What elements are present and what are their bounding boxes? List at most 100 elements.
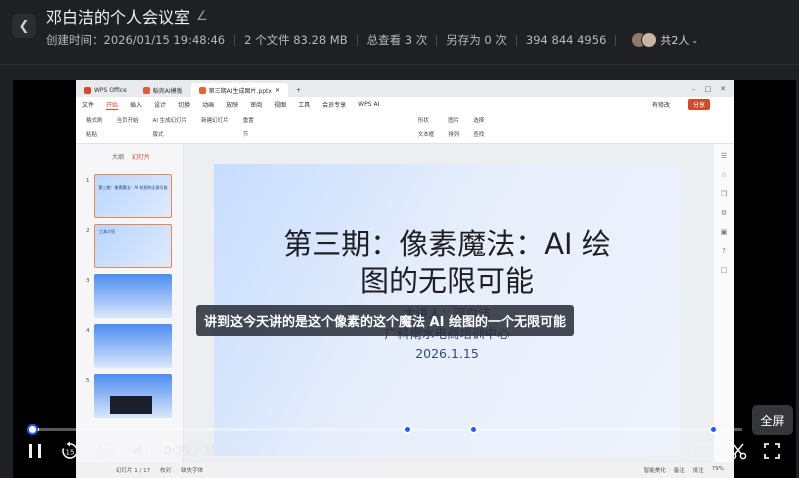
file-count: 2 个文件 83.28 MB xyxy=(244,33,348,47)
zoom-level[interactable]: 79% xyxy=(712,466,724,474)
layout-button[interactable]: 版式 xyxy=(153,130,188,138)
panel-tabs: 大纲 幻灯片 xyxy=(76,144,183,161)
reset-button[interactable]: 重置 xyxy=(243,116,254,124)
menu-animation[interactable]: 动画 xyxy=(202,100,214,109)
textbox-button[interactable]: 文本框 xyxy=(418,130,435,138)
thumb-number: 5 xyxy=(86,378,90,384)
menu-view[interactable]: 视图 xyxy=(274,100,286,109)
menu-insert[interactable]: 插入 xyxy=(130,100,142,109)
thumb-number: 4 xyxy=(86,328,90,334)
close-window-icon[interactable]: ✕ xyxy=(720,85,726,93)
close-icon[interactable]: ✕ xyxy=(275,87,280,94)
menu-transition[interactable]: 切换 xyxy=(178,100,190,109)
clip-button[interactable] xyxy=(728,441,748,461)
rewind-15-icon: 15 xyxy=(62,441,78,459)
format-painter-button[interactable]: 格式刷 xyxy=(86,116,103,124)
menu-file[interactable]: 文件 xyxy=(82,100,94,109)
thumb-number: 2 xyxy=(86,228,90,234)
image-icon[interactable]: ▣ xyxy=(721,228,728,236)
back-button[interactable]: ❮ xyxy=(12,14,36,38)
room-name: 邓白洁的个人会议室 xyxy=(46,8,191,27)
video-player[interactable]: WPS Office 稻壳AI模板 第三期AI生成图片.pptx ✕ + – □ … xyxy=(13,80,796,478)
copy-icon[interactable]: ❐ xyxy=(721,190,727,198)
chevron-down-icon: ⌄ xyxy=(691,35,699,45)
participant-avatars[interactable] xyxy=(631,32,658,48)
tab-slides[interactable]: 幻灯片 xyxy=(132,152,150,161)
arrange-button[interactable]: 排列 xyxy=(448,130,459,138)
chapter-marker[interactable] xyxy=(709,425,718,434)
participants-dropdown[interactable]: 共2人 ⌄ xyxy=(660,32,698,48)
menu-home[interactable]: 开始 xyxy=(106,100,119,110)
notes-button[interactable]: 备注 xyxy=(674,466,685,474)
comments-button[interactable]: 批注 xyxy=(693,466,704,474)
tab-outline[interactable]: 大纲 xyxy=(112,152,124,161)
fullscreen-icon xyxy=(764,443,780,459)
paste-button[interactable]: 粘贴 xyxy=(86,130,103,138)
section-button[interactable]: 节 xyxy=(243,130,254,138)
fullscreen-button[interactable] xyxy=(762,441,782,461)
avatar xyxy=(641,32,658,48)
divider xyxy=(436,34,438,46)
new-tab-button[interactable]: + xyxy=(288,83,309,97)
menu-member[interactable]: 会员专享 xyxy=(322,100,346,109)
start-from-current-button[interactable]: 当页开始 xyxy=(117,116,139,124)
volume-button[interactable] xyxy=(130,441,152,461)
captions-button[interactable]: CC xyxy=(692,443,714,459)
share-button[interactable]: 分享 xyxy=(687,99,710,110)
svg-text:15: 15 xyxy=(101,449,110,457)
picture-button[interactable]: 图片 xyxy=(448,116,459,124)
proofread-button[interactable]: 校对 xyxy=(160,466,171,474)
maximize-icon[interactable]: □ xyxy=(705,85,712,93)
participants-count: 共2人 xyxy=(660,34,690,47)
chapter-marker[interactable] xyxy=(403,425,412,434)
speed-button[interactable]: 倍速 xyxy=(653,444,679,463)
slide-thumbnail[interactable] xyxy=(94,324,172,368)
tab-wps-office[interactable]: WPS Office xyxy=(76,83,135,97)
edit-icon[interactable]: ∠ xyxy=(196,9,208,24)
select-button[interactable]: 选择 xyxy=(473,116,484,124)
slide-title-line: 第三期：像素魔法：AI 绘 xyxy=(283,227,611,261)
divider xyxy=(615,34,617,46)
video-caption: 讲到这今天讲的是这个像素的这个魔法 AI 绘图的一个无限可能 xyxy=(196,305,574,336)
missing-font-button[interactable]: 缺失字体 xyxy=(181,466,203,474)
tab-pptx[interactable]: 第三期AI生成图片.pptx ✕ xyxy=(190,83,288,97)
minimize-icon[interactable]: – xyxy=(692,85,696,93)
ribbon-toolbar: 格式刷粘贴 当页开始 AI 生成幻灯片 版式 新建幻灯片 重置节 形状文本框 图片… xyxy=(76,112,734,144)
sliders-icon[interactable]: ☰ xyxy=(721,152,727,160)
tab-template[interactable]: 稻壳AI模板 xyxy=(135,83,191,97)
forward-15-icon: 15 xyxy=(97,441,113,459)
chevron-left-icon: ❮ xyxy=(18,18,30,34)
menu-slideshow[interactable]: 放映 xyxy=(226,100,238,109)
slide-thumbnail[interactable]: 工具介绍 xyxy=(94,224,172,268)
menu-review[interactable]: 审阅 xyxy=(250,100,262,109)
progress-handle[interactable] xyxy=(27,424,38,435)
settings-icon[interactable]: ⚙ xyxy=(721,209,727,217)
fullscreen-tooltip: 全屏 xyxy=(752,405,793,435)
view-count: 总查看 3 次 xyxy=(366,33,428,47)
rewind-button[interactable]: 15 xyxy=(60,441,80,461)
pause-button[interactable] xyxy=(26,441,44,461)
slide-thumbnail[interactable]: 第三期：像素魔法：AI 绘图的无限可能 xyxy=(94,174,172,218)
thumb-text: 第三期：像素魔法：AI 绘图的无限可能 xyxy=(98,185,168,190)
smart-beautify-button[interactable]: 智能美化 xyxy=(644,466,666,474)
menu-design[interactable]: 设计 xyxy=(154,100,166,109)
template-icon xyxy=(142,86,150,94)
new-slide-button[interactable]: 新建幻灯片 xyxy=(201,116,229,124)
menu-tools[interactable]: 工具 xyxy=(298,100,310,109)
chapter-marker[interactable] xyxy=(469,425,478,434)
menu-right: 有修改 分享 xyxy=(652,99,722,110)
forward-button[interactable]: 15 xyxy=(95,441,115,461)
modified-indicator: 有修改 xyxy=(651,102,670,109)
progress-bar[interactable] xyxy=(27,424,742,435)
shape-button[interactable]: 形状 xyxy=(418,116,435,124)
page-indicator: 幻灯片 1 / 17 xyxy=(116,468,151,474)
menu-wps-ai[interactable]: WPS AI xyxy=(358,101,379,108)
slide-thumbnail[interactable] xyxy=(94,374,172,418)
slide-thumbnail[interactable] xyxy=(94,274,172,318)
help-icon[interactable]: ? xyxy=(722,247,726,255)
meeting-id: 394 844 4956 xyxy=(525,33,607,47)
find-button[interactable]: 查找 xyxy=(473,130,484,138)
comment-icon[interactable]: □ xyxy=(721,266,728,274)
star-icon[interactable]: ☆ xyxy=(721,171,727,179)
ai-generate-button[interactable]: AI 生成幻灯片 xyxy=(153,116,188,124)
